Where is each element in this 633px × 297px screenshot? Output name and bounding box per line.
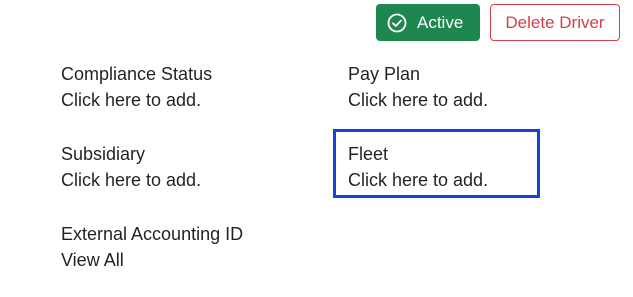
field-label: Fleet xyxy=(348,144,389,164)
field-pay-plan: Pay Plan Click here to add. xyxy=(348,61,488,113)
driver-details-panel: Active Delete Driver Compliance Status C… xyxy=(0,0,633,297)
field-label: External Accounting ID xyxy=(61,224,244,244)
field-label: Pay Plan xyxy=(348,64,421,84)
status-active-button[interactable]: Active xyxy=(376,4,480,41)
delete-driver-label: Delete Driver xyxy=(505,12,605,32)
field-compliance-status: Compliance Status Click here to add. xyxy=(61,61,212,113)
field-subsidiary: Subsidiary Click here to add. xyxy=(61,141,201,193)
fleet-value[interactable]: Click here to add. xyxy=(348,167,537,193)
status-label: Active xyxy=(417,12,464,32)
field-label: Subsidiary xyxy=(61,144,146,164)
check-circle-icon xyxy=(387,13,407,33)
field-external-accounting-id: External Accounting ID View All xyxy=(61,221,243,273)
field-fleet-focused[interactable]: Fleet Click here to add. xyxy=(333,129,540,198)
compliance-status-value[interactable]: Click here to add. xyxy=(61,87,212,113)
subsidiary-value[interactable]: Click here to add. xyxy=(61,167,201,193)
field-label: Compliance Status xyxy=(61,64,213,84)
view-all-link[interactable]: View All xyxy=(61,247,243,273)
delete-driver-button[interactable]: Delete Driver xyxy=(490,4,620,41)
pay-plan-value[interactable]: Click here to add. xyxy=(348,87,488,113)
